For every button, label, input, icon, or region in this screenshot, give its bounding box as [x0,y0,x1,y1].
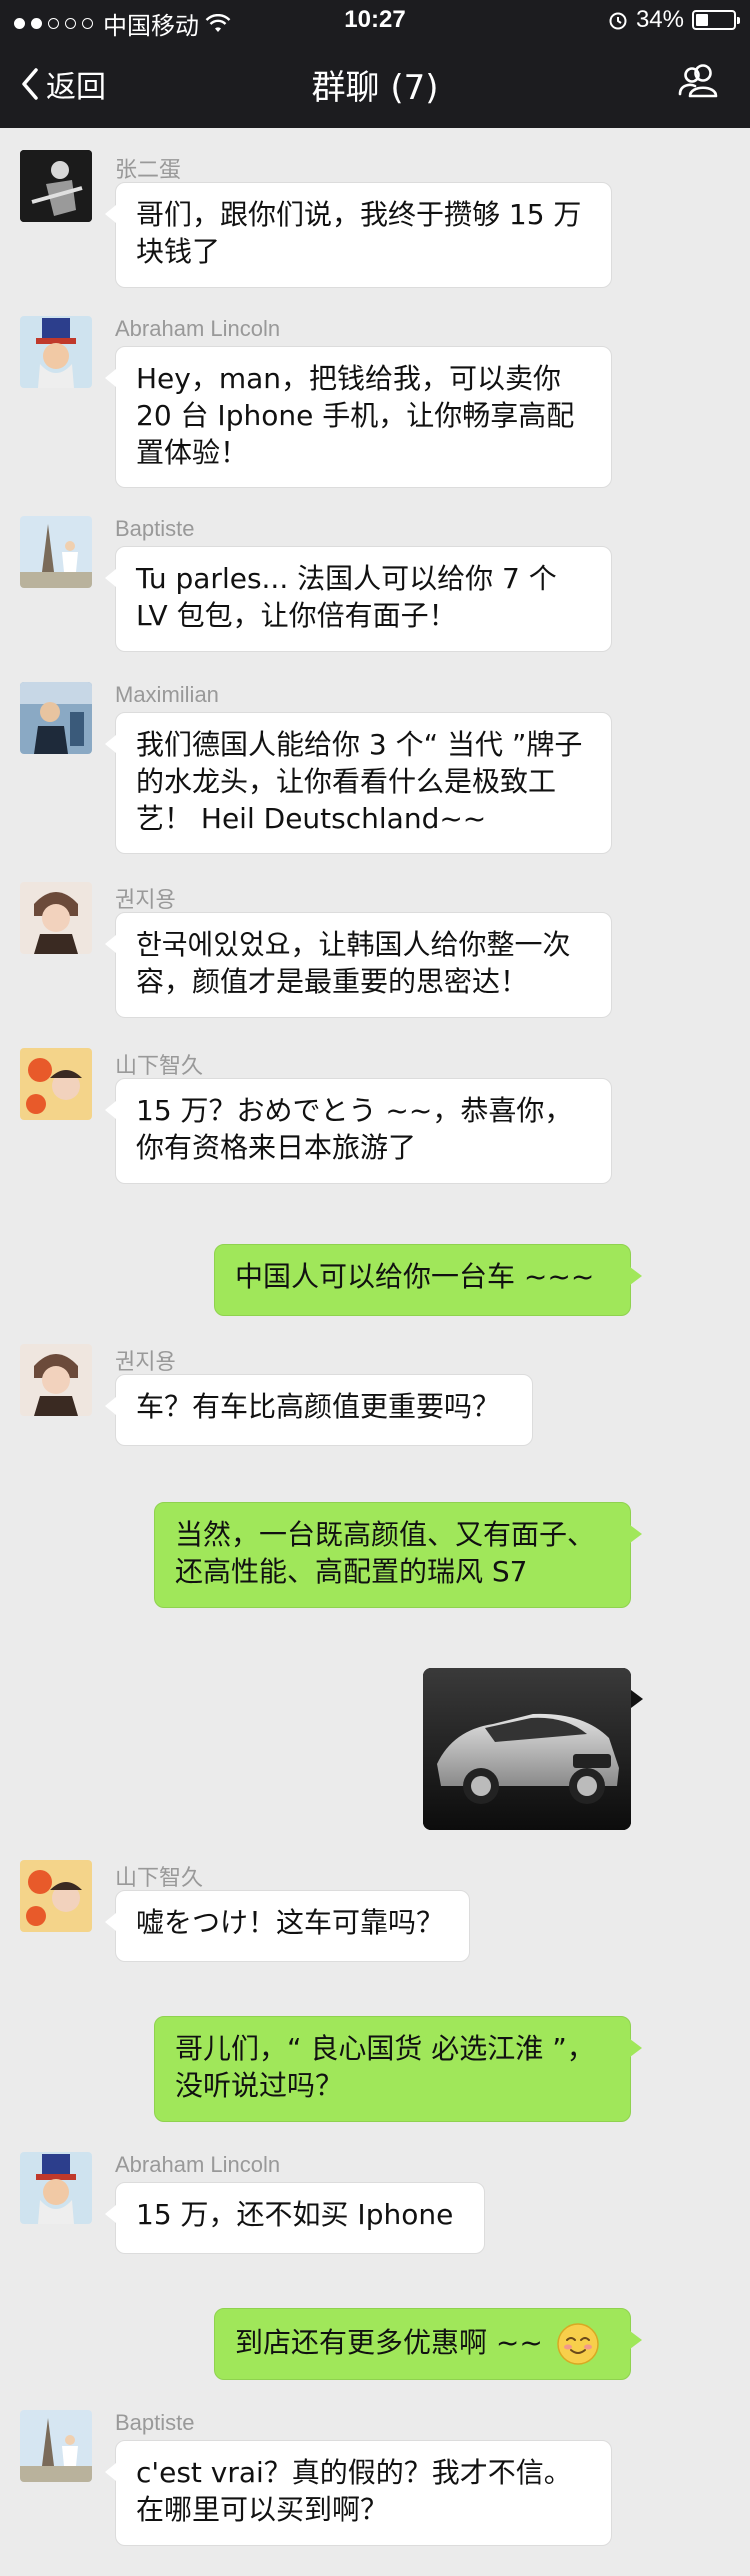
avatar[interactable] [20,2410,92,2482]
chat-bubble[interactable]: 15 万，还不如买 Iphone [105,2182,485,2254]
chat-bubble[interactable]: Tu parles... 法国人可以给你 7 个 LV 包包，让你倍有面子！ [105,546,612,652]
smiling-face-emoji-icon [556,2323,599,2365]
message-row: Maximilian 我们德国人能给你 3 个“ 当代 ”牌子的水龙头，让你看看… [0,682,750,854]
status-bar: 中国移动 10:27 34% [0,0,750,40]
chat-bubble[interactable]: 当然，一台既高颜值、又有面子、还高性能、高配置的瑞风 S7 [154,1502,642,1608]
chat-bubble[interactable]: 한국에있었요，让韩国人给你整一次容，颜值才是最重要的思密达！ [105,912,612,1018]
chat-bubble[interactable]: 车？有车比高颜值更重要吗？ [105,1374,533,1446]
sender-name: 山下智久 [115,1053,204,1078]
message-row: Baptiste Tu parles... 法国人可以给你 7 个 LV 包包，… [0,516,750,652]
sender-name: 山下智久 [115,1865,204,1890]
message-row: Baptiste c'est vrai？真的假的？我才不信。在哪里可以买到啊？ [0,2410,750,2570]
avatar[interactable] [20,882,92,954]
avatar[interactable] [20,516,92,588]
message-row: 哥儿们，“ 良心国货 必选江淮 ”，没听说过吗？ [0,2016,750,2126]
avatar[interactable] [20,150,92,222]
message-row: 山下智久 嘘をつけ！这车可靠吗？ [0,1860,750,1970]
car-photo[interactable] [423,1668,631,1830]
nav-bar: 返回 群聊 (7) [0,40,750,128]
chat-bubble[interactable]: 15 万？おめでとう ~~，恭喜你，你有资格来日本旅游了 [105,1078,612,1184]
sender-name: Abraham Lincoln [115,316,281,341]
sender-name: Baptiste [115,2410,195,2435]
avatar[interactable] [20,2152,92,2224]
chat-bubble[interactable]: 哥儿们，“ 良心国货 必选江淮 ”，没听说过吗？ [154,2016,642,2122]
sender-name: 권지용 [115,887,176,912]
message-row [0,1668,750,1832]
message-row: 山下智久 15 万？おめでとう ~~，恭喜你，你有资格来日本旅游了 [0,1048,750,1184]
chat-bubble-text: 到店还有更多优惠啊 ~~ [235,2326,543,2359]
message-row: Abraham Lincoln Hey，man，把钱给我，可以卖你 20 台 I… [0,316,750,488]
message-row: 권지용 车？有车比高颜值更重要吗？ [0,1344,750,1454]
message-row: 当然，一台既高颜值、又有面子、还高性能、高配置的瑞风 S7 [0,1502,750,1612]
page-title: 群聊 (7) [311,68,439,108]
chat-bubble[interactable]: 中国人可以给你一台车 ~~~ [214,1244,642,1316]
sender-name: 권지용 [115,1349,176,1374]
avatar[interactable] [20,316,92,388]
avatar[interactable] [20,1048,92,1120]
alarm-clock-icon [609,12,627,30]
chat-bubble[interactable]: c'est vrai？真的假的？我才不信。在哪里可以买到啊？ [105,2440,612,2546]
image-bubble-tail [631,1690,643,1708]
sender-name: Maximilian [115,682,219,707]
battery-icon [692,10,740,30]
avatar[interactable] [20,1344,92,1416]
chat-bubble[interactable]: 哥们，跟你们说，我终于攒够 15 万块钱了 [105,182,612,288]
group-members-icon[interactable] [678,64,720,98]
chat-bubble[interactable]: Hey，man，把钱给我，可以卖你 20 台 Iphone 手机，让你畅享高配置… [105,346,612,488]
message-row: 권지용 한국에있었요，让韩国人给你整一次容，颜值才是最重要的思密达！ [0,882,750,1018]
sender-name: Abraham Lincoln [115,2152,281,2177]
message-row: 中国人可以给你一台车 ~~~ [0,1244,750,1318]
chat-bubble[interactable]: 到店还有更多优惠啊 ~~ [214,2308,642,2380]
status-right: 34% [608,6,740,34]
sender-name: 张二蛋 [115,157,182,182]
chat-bubble[interactable]: 我们德国人能给你 3 个“ 当代 ”牌子的水龙头，让你看看什么是极致工艺！ He… [105,712,612,854]
battery-level [696,14,708,26]
message-row: 到店还有更多优惠啊 ~~ [0,2308,750,2382]
message-row: Abraham Lincoln 15 万，还不如买 Iphone [0,2152,750,2262]
sender-name: Baptiste [115,516,195,541]
chat-bubble[interactable]: 嘘をつけ！这车可靠吗？ [105,1890,470,1962]
avatar[interactable] [20,1860,92,1932]
message-row: 张二蛋 哥们，跟你们说，我终于攒够 15 万块钱了 [0,150,750,288]
battery-percent: 34% [635,6,684,33]
avatar[interactable] [20,682,92,754]
